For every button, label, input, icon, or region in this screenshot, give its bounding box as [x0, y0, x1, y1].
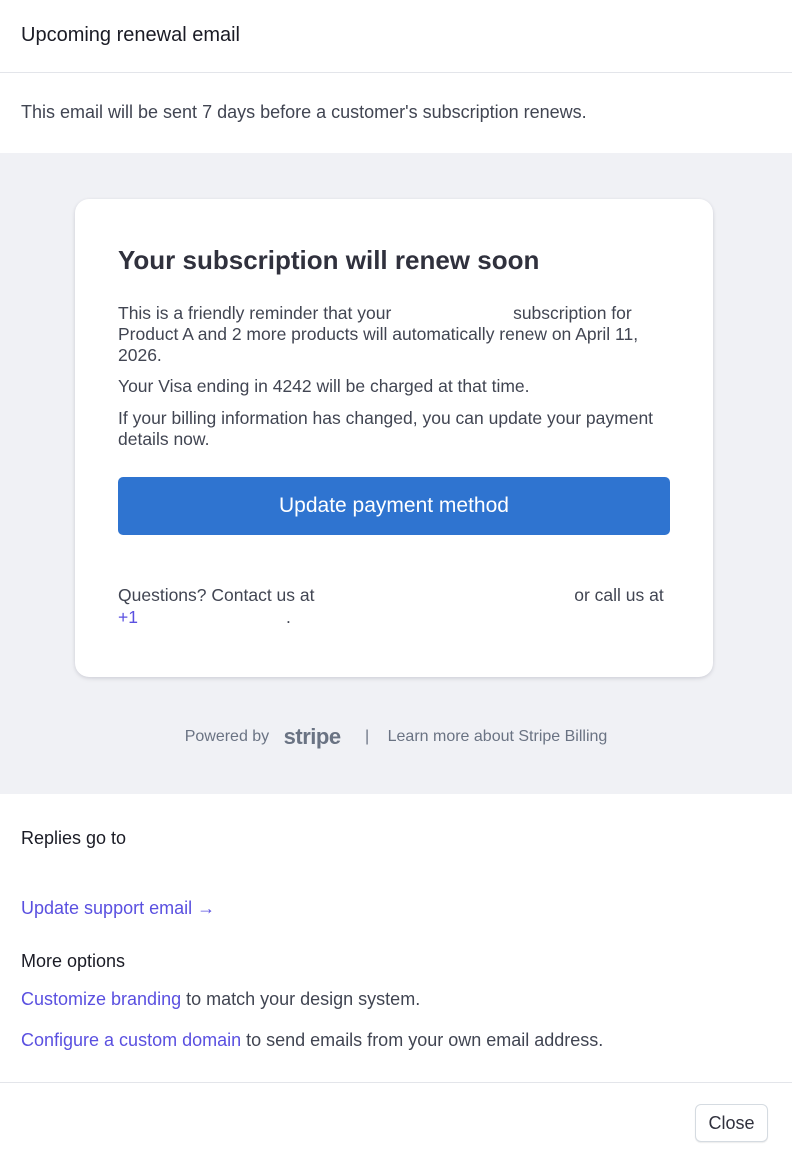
modal-footer: Close: [0, 1082, 792, 1156]
email-title: Your subscription will renew soon: [118, 245, 540, 275]
replies-go-to-label: Replies go to: [21, 828, 127, 848]
powered-by-label: Powered by: [184, 728, 270, 745]
close-button[interactable]: Close: [695, 1104, 768, 1142]
stripe-logo[interactable]: stripe: [284, 724, 341, 749]
configure-custom-domain-link[interactable]: Configure a custom domain: [21, 1030, 241, 1050]
branding-description: to match your design system.: [181, 989, 421, 1009]
email-card: Your subscription will renew soon This i…: [75, 199, 713, 677]
learn-more-link[interactable]: Learn more about Stripe Billing: [388, 728, 608, 745]
email-description: This email will be sent 7 days before a …: [21, 102, 587, 122]
reminder-start: This is a friendly reminder that your: [118, 303, 392, 323]
branding-option: Customize branding to match your design …: [21, 989, 420, 1010]
contact-end: .: [285, 607, 291, 627]
footer-separator: |: [365, 728, 370, 745]
email-paragraph-reminder: This is a friendly reminder that your su…: [118, 303, 670, 366]
modal-title: Upcoming renewal email: [21, 24, 240, 46]
email-paragraph-billing: If your billing information has changed,…: [118, 408, 654, 449]
update-payment-method-button[interactable]: Update payment method: [118, 477, 670, 535]
powered-by-footer: Powered by stripe | Learn more about Str…: [0, 724, 792, 750]
domain-description: to send emails from your own email addre…: [241, 1030, 604, 1050]
contact-middle: or call us at: [574, 585, 664, 605]
domain-option: Configure a custom domain to send emails…: [21, 1030, 603, 1051]
email-preview: Your subscription will renew soon This i…: [0, 153, 792, 794]
modal-header: Upcoming renewal email: [0, 0, 792, 73]
update-support-email-link[interactable]: Update support email →: [21, 898, 215, 919]
phone-link[interactable]: +1: [118, 607, 286, 627]
more-options-heading: More options: [21, 951, 126, 971]
contact-start: Questions? Contact us at: [118, 585, 315, 605]
customize-branding-link[interactable]: Customize branding: [21, 989, 181, 1009]
phone-prefix: +1: [118, 607, 138, 627]
email-paragraph-contact: Questions? Contact us at or call us at +…: [118, 584, 670, 628]
email-paragraph-card: Your Visa ending in 4242 will be charged…: [118, 376, 530, 396]
